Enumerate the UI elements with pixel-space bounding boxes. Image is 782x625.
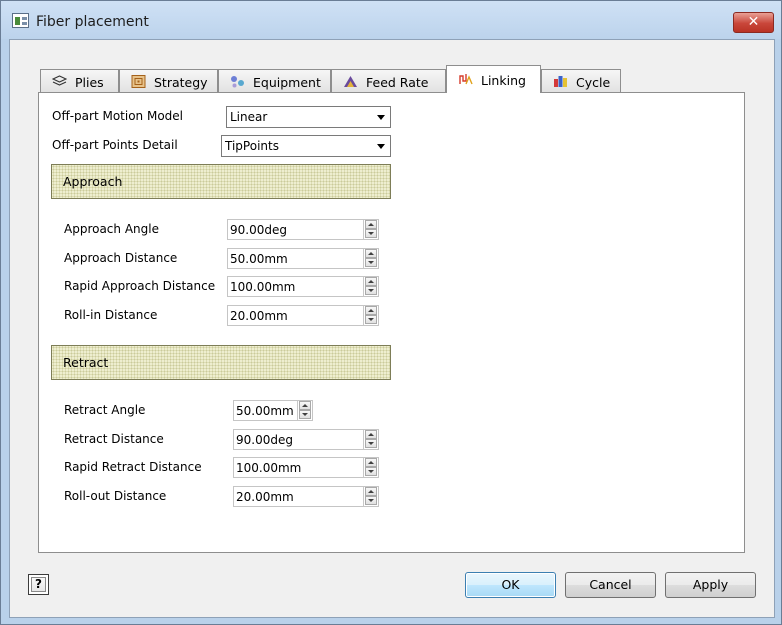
retract-angle-spinbox[interactable]: 50.00mm	[233, 400, 313, 421]
retract-angle-value: 50.00mm	[236, 404, 294, 418]
chevron-down-icon	[377, 144, 385, 149]
tab-strategy-label: Strategy	[154, 75, 208, 90]
chevron-down-icon	[377, 115, 385, 120]
approach-distance-value: 50.00mm	[230, 252, 288, 266]
retract-section-title: Retract	[63, 355, 109, 370]
motion-model-value: Linear	[230, 110, 268, 124]
app-icon	[12, 13, 29, 28]
spin-down-button[interactable]	[365, 315, 377, 324]
tab-strategy[interactable]: Strategy	[119, 69, 218, 92]
rapid-retract-distance-label: Rapid Retract Distance	[64, 460, 202, 474]
tab-linking-label: Linking	[481, 73, 526, 88]
retract-distance-spinbox[interactable]: 90.00deg	[233, 429, 379, 450]
feed-rate-icon	[344, 76, 357, 87]
approach-angle-spinbox[interactable]: 90.00deg	[227, 219, 379, 240]
rapid-approach-distance-spinbox[interactable]: 100.00mm	[227, 276, 379, 297]
rapid-approach-distance-value: 100.00mm	[230, 280, 296, 294]
spin-up-button[interactable]	[365, 306, 377, 315]
rapid-retract-distance-spinbox[interactable]: 100.00mm	[233, 457, 379, 478]
spin-down-button[interactable]	[365, 439, 377, 448]
tab-linking[interactable]: Linking	[446, 65, 541, 93]
title-bar[interactable]: Fiber placement ✕	[1, 1, 781, 39]
spin-down-button[interactable]	[365, 258, 377, 267]
spin-up-button[interactable]	[365, 487, 377, 496]
roll-in-distance-spinbox[interactable]: 20.00mm	[227, 305, 379, 326]
roll-out-distance-spinbox[interactable]: 20.00mm	[233, 486, 379, 507]
roll-out-distance-label: Roll-out Distance	[64, 489, 167, 503]
tab-feed-rate[interactable]: Feed Rate	[331, 69, 446, 92]
tab-cycle[interactable]: Cycle	[541, 69, 621, 92]
retract-distance-label: Retract Distance	[64, 432, 164, 446]
spin-down-button[interactable]	[365, 496, 377, 505]
motion-model-label: Off-part Motion Model	[52, 109, 183, 123]
spin-up-button[interactable]	[299, 401, 311, 410]
tab-feed-rate-label: Feed Rate	[366, 75, 429, 90]
close-button[interactable]: ✕	[733, 12, 774, 33]
roll-out-distance-value: 20.00mm	[236, 490, 294, 504]
spin-down-button[interactable]	[299, 410, 311, 419]
spin-down-button[interactable]	[365, 229, 377, 238]
tab-plies-label: Plies	[75, 75, 104, 90]
window-title: Fiber placement	[36, 14, 149, 30]
spin-up-button[interactable]	[365, 249, 377, 258]
roll-in-distance-value: 20.00mm	[230, 309, 288, 323]
tab-equipment-label: Equipment	[253, 75, 321, 90]
cycle-icon	[554, 76, 567, 87]
cancel-button[interactable]: Cancel	[565, 572, 656, 598]
linking-icon	[459, 74, 473, 85]
spin-up-button[interactable]	[365, 277, 377, 286]
linking-panel: Off-part Motion Model Linear Off-part Po…	[38, 92, 745, 553]
spin-up-button[interactable]	[365, 458, 377, 467]
spin-down-button[interactable]	[365, 286, 377, 295]
tab-plies[interactable]: Plies	[40, 69, 119, 92]
approach-angle-label: Approach Angle	[64, 222, 159, 236]
retract-section-header: Retract	[51, 345, 391, 380]
approach-angle-value: 90.00deg	[230, 223, 287, 237]
points-detail-value: TipPoints	[225, 139, 279, 153]
motion-model-select[interactable]: Linear	[226, 106, 391, 128]
apply-button[interactable]: Apply	[665, 572, 756, 598]
plies-icon	[52, 75, 67, 86]
dialog-window: Fiber placement ✕ Plies Strategy Equipme…	[0, 0, 782, 625]
approach-section-title: Approach	[63, 174, 123, 189]
approach-distance-label: Approach Distance	[64, 251, 178, 265]
tab-cycle-label: Cycle	[576, 75, 611, 90]
spin-up-button[interactable]	[365, 220, 377, 229]
retract-angle-label: Retract Angle	[64, 403, 146, 417]
spin-down-button[interactable]	[365, 467, 377, 476]
approach-distance-spinbox[interactable]: 50.00mm	[227, 248, 379, 269]
rapid-retract-distance-value: 100.00mm	[236, 461, 302, 475]
dialog-client-area: Plies Strategy Equipment Feed Rate Linki…	[9, 39, 775, 618]
tab-equipment[interactable]: Equipment	[218, 69, 331, 92]
roll-in-distance-label: Roll-in Distance	[64, 308, 158, 322]
points-detail-label: Off-part Points Detail	[52, 138, 178, 152]
rapid-approach-distance-label: Rapid Approach Distance	[64, 279, 216, 293]
ok-button[interactable]: OK	[465, 572, 556, 598]
strategy-icon	[131, 75, 146, 88]
points-detail-select[interactable]: TipPoints	[221, 135, 391, 157]
retract-distance-value: 90.00deg	[236, 433, 293, 447]
spin-up-button[interactable]	[365, 430, 377, 439]
approach-section-header: Approach	[51, 164, 391, 199]
equipment-icon	[231, 76, 244, 88]
help-button[interactable]: ?	[28, 574, 49, 595]
